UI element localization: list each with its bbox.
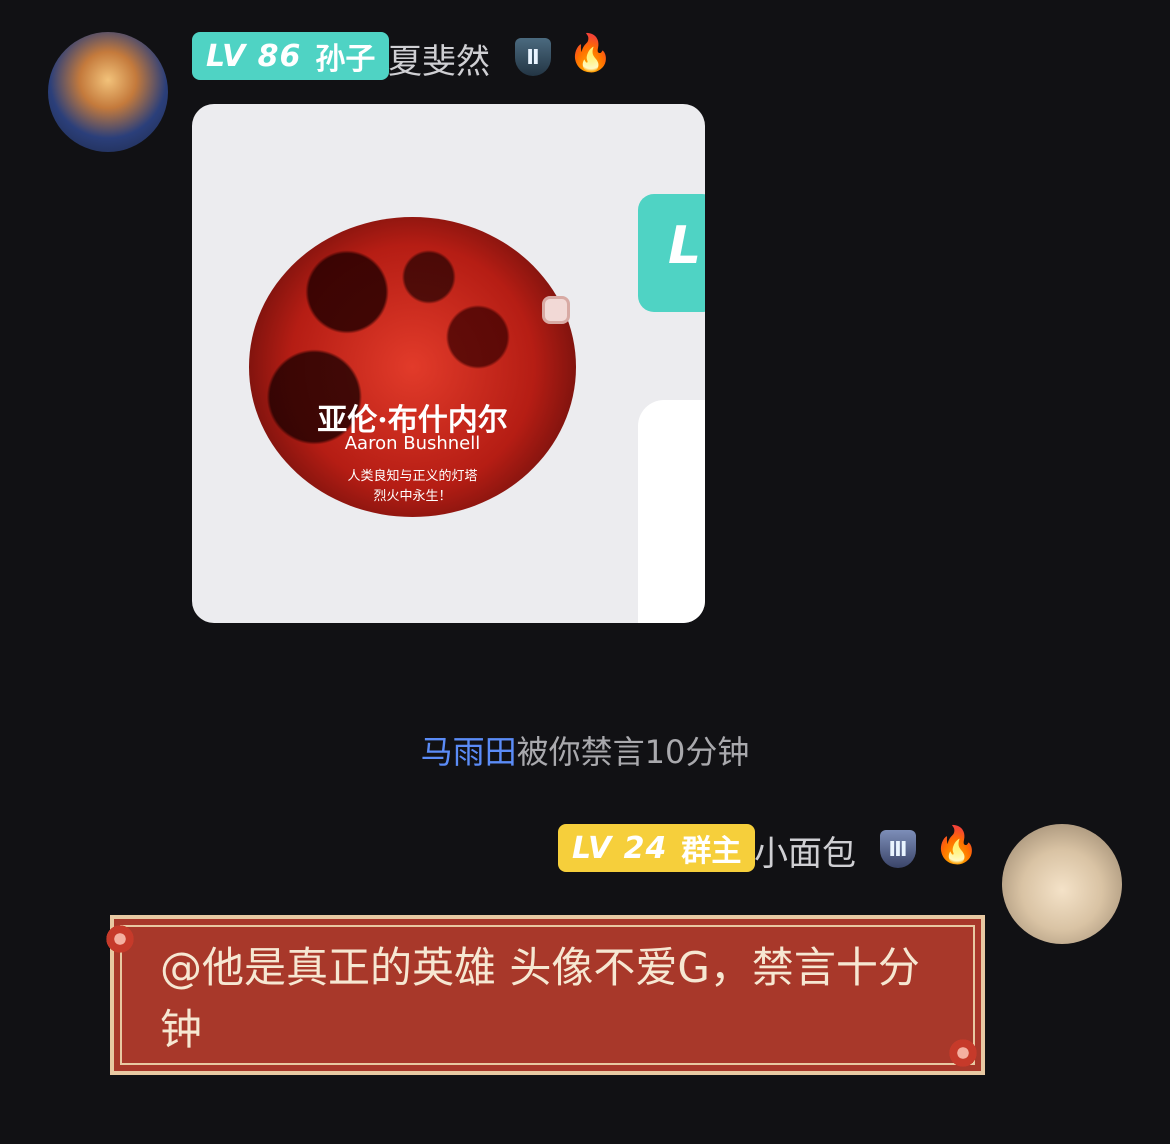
system-notice: 马雨田被你禁言10分钟 <box>0 727 1170 773</box>
plum-flower-icon <box>104 923 136 955</box>
message-bubble[interactable]: @他是真正的英雄 头像不爱G，禁言十分钟 <box>104 915 985 1075</box>
fire-icon: 🔥 <box>568 33 613 74</box>
notice-text: 被你禁言10分钟 <box>516 733 750 771</box>
level-label: LV 86 <box>206 38 302 74</box>
member-title: 孙子 <box>315 42 376 77</box>
avatar-xiafeiran[interactable] <box>48 32 168 152</box>
sender-name[interactable]: 夏斐然 <box>388 34 490 83</box>
cropped-level-badge: L <box>638 194 705 312</box>
member-title: 群主 <box>681 834 742 869</box>
level-label: LV 24 <box>572 830 668 866</box>
image-subtitle: Aaron Bushnell <box>344 433 481 454</box>
level-badge: LV 86 孙子 <box>192 32 390 80</box>
close-dot-icon <box>542 296 570 324</box>
avatar-xiaomianbao[interactable] <box>1002 824 1122 944</box>
notice-user-link[interactable]: 马雨田 <box>421 733 517 771</box>
shield-rank-icon: Ⅲ <box>880 830 916 868</box>
sender-name[interactable]: 小面包 <box>754 826 856 875</box>
shield-rank-icon: Ⅱ <box>515 38 551 76</box>
cropped-card <box>638 400 705 623</box>
red-moon-image: 亚伦·布什内尔 Aaron Bushnell 人类良知与正义的灯塔 烈火中永生！ <box>249 217 576 517</box>
fire-icon: 🔥 <box>934 825 979 866</box>
image-message[interactable]: 亚伦·布什内尔 Aaron Bushnell 人类良知与正义的灯塔 烈火中永生！… <box>192 104 705 623</box>
image-caption-line-1: 人类良知与正义的灯塔 <box>347 469 478 484</box>
message-text: @他是真正的英雄 头像不爱G，禁言十分钟 <box>160 943 920 1054</box>
level-badge: LV 24 群主 <box>558 824 756 872</box>
image-caption-line-2: 烈火中永生！ <box>373 489 452 504</box>
plum-flower-icon <box>947 1037 979 1069</box>
